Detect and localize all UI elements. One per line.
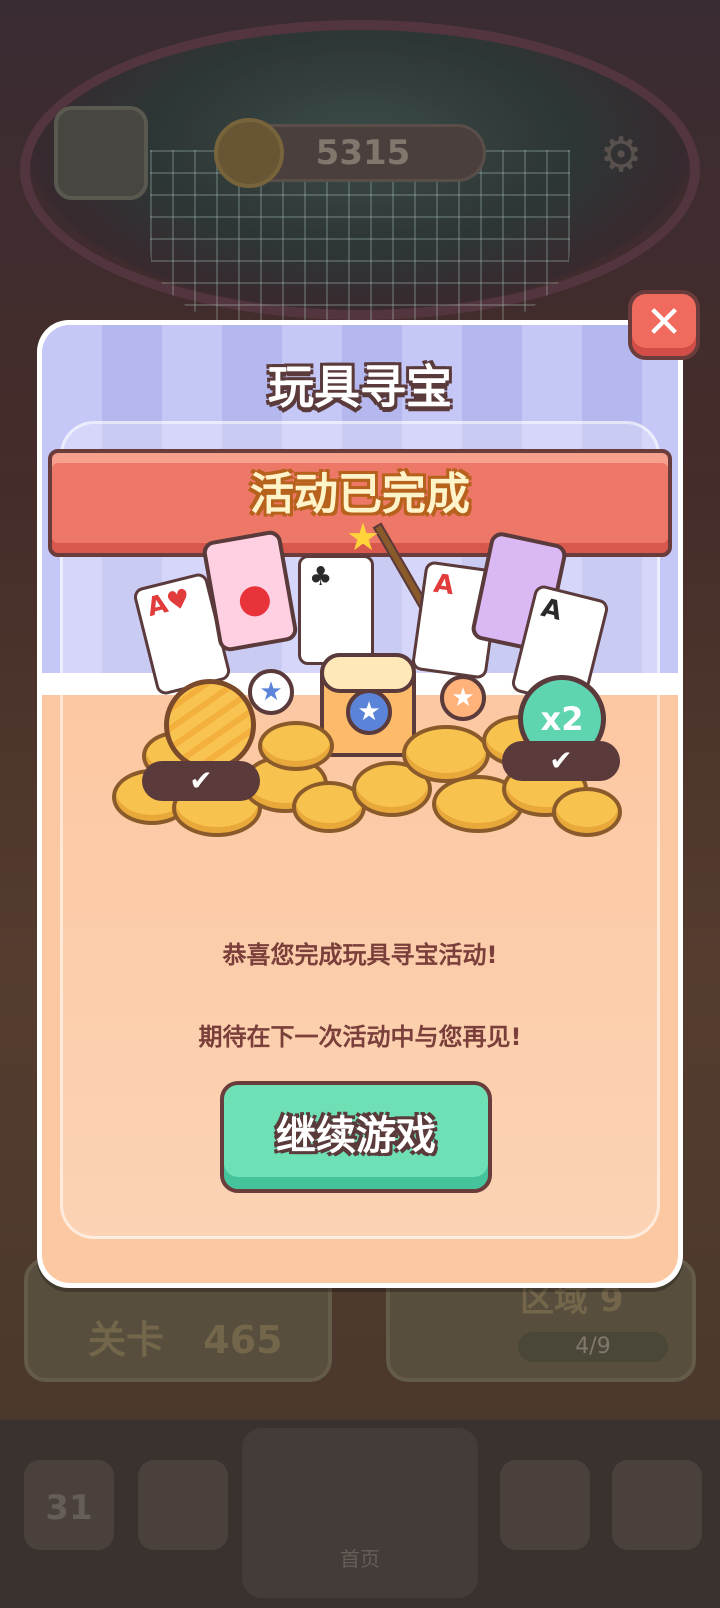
coin-icon <box>552 787 622 837</box>
star-icon: ★ <box>346 515 381 559</box>
close-icon[interactable]: ✕ <box>628 290 700 360</box>
coin-icon <box>258 721 334 771</box>
star-badge-icon: ★ <box>440 675 486 721</box>
event-complete-modal: 玩具寻宝 活动已完成 A♥ ♣ ★ A A ★ ★ ★ x2 ✔ ✔ 恭喜您完成… <box>37 320 683 1288</box>
star-badge-icon: ★ <box>248 669 294 715</box>
farewell-message: 期待在下一次活动中与您再见! <box>198 1023 522 1051</box>
check-icon: ✔ <box>502 741 620 781</box>
modal-title: 玩具寻宝 <box>268 360 452 414</box>
card-clubs-icon: ♣ <box>298 555 374 665</box>
gold-coin-icon <box>164 679 256 771</box>
star-badge-icon: ★ <box>346 689 392 735</box>
check-icon: ✔ <box>142 761 260 801</box>
congrats-message: 恭喜您完成玩具寻宝活动! <box>222 941 498 969</box>
treasure-illustration: A♥ ♣ ★ A A ★ ★ ★ x2 ✔ ✔ <box>102 515 622 845</box>
continue-game-button[interactable]: 继续游戏 <box>220 1081 492 1193</box>
